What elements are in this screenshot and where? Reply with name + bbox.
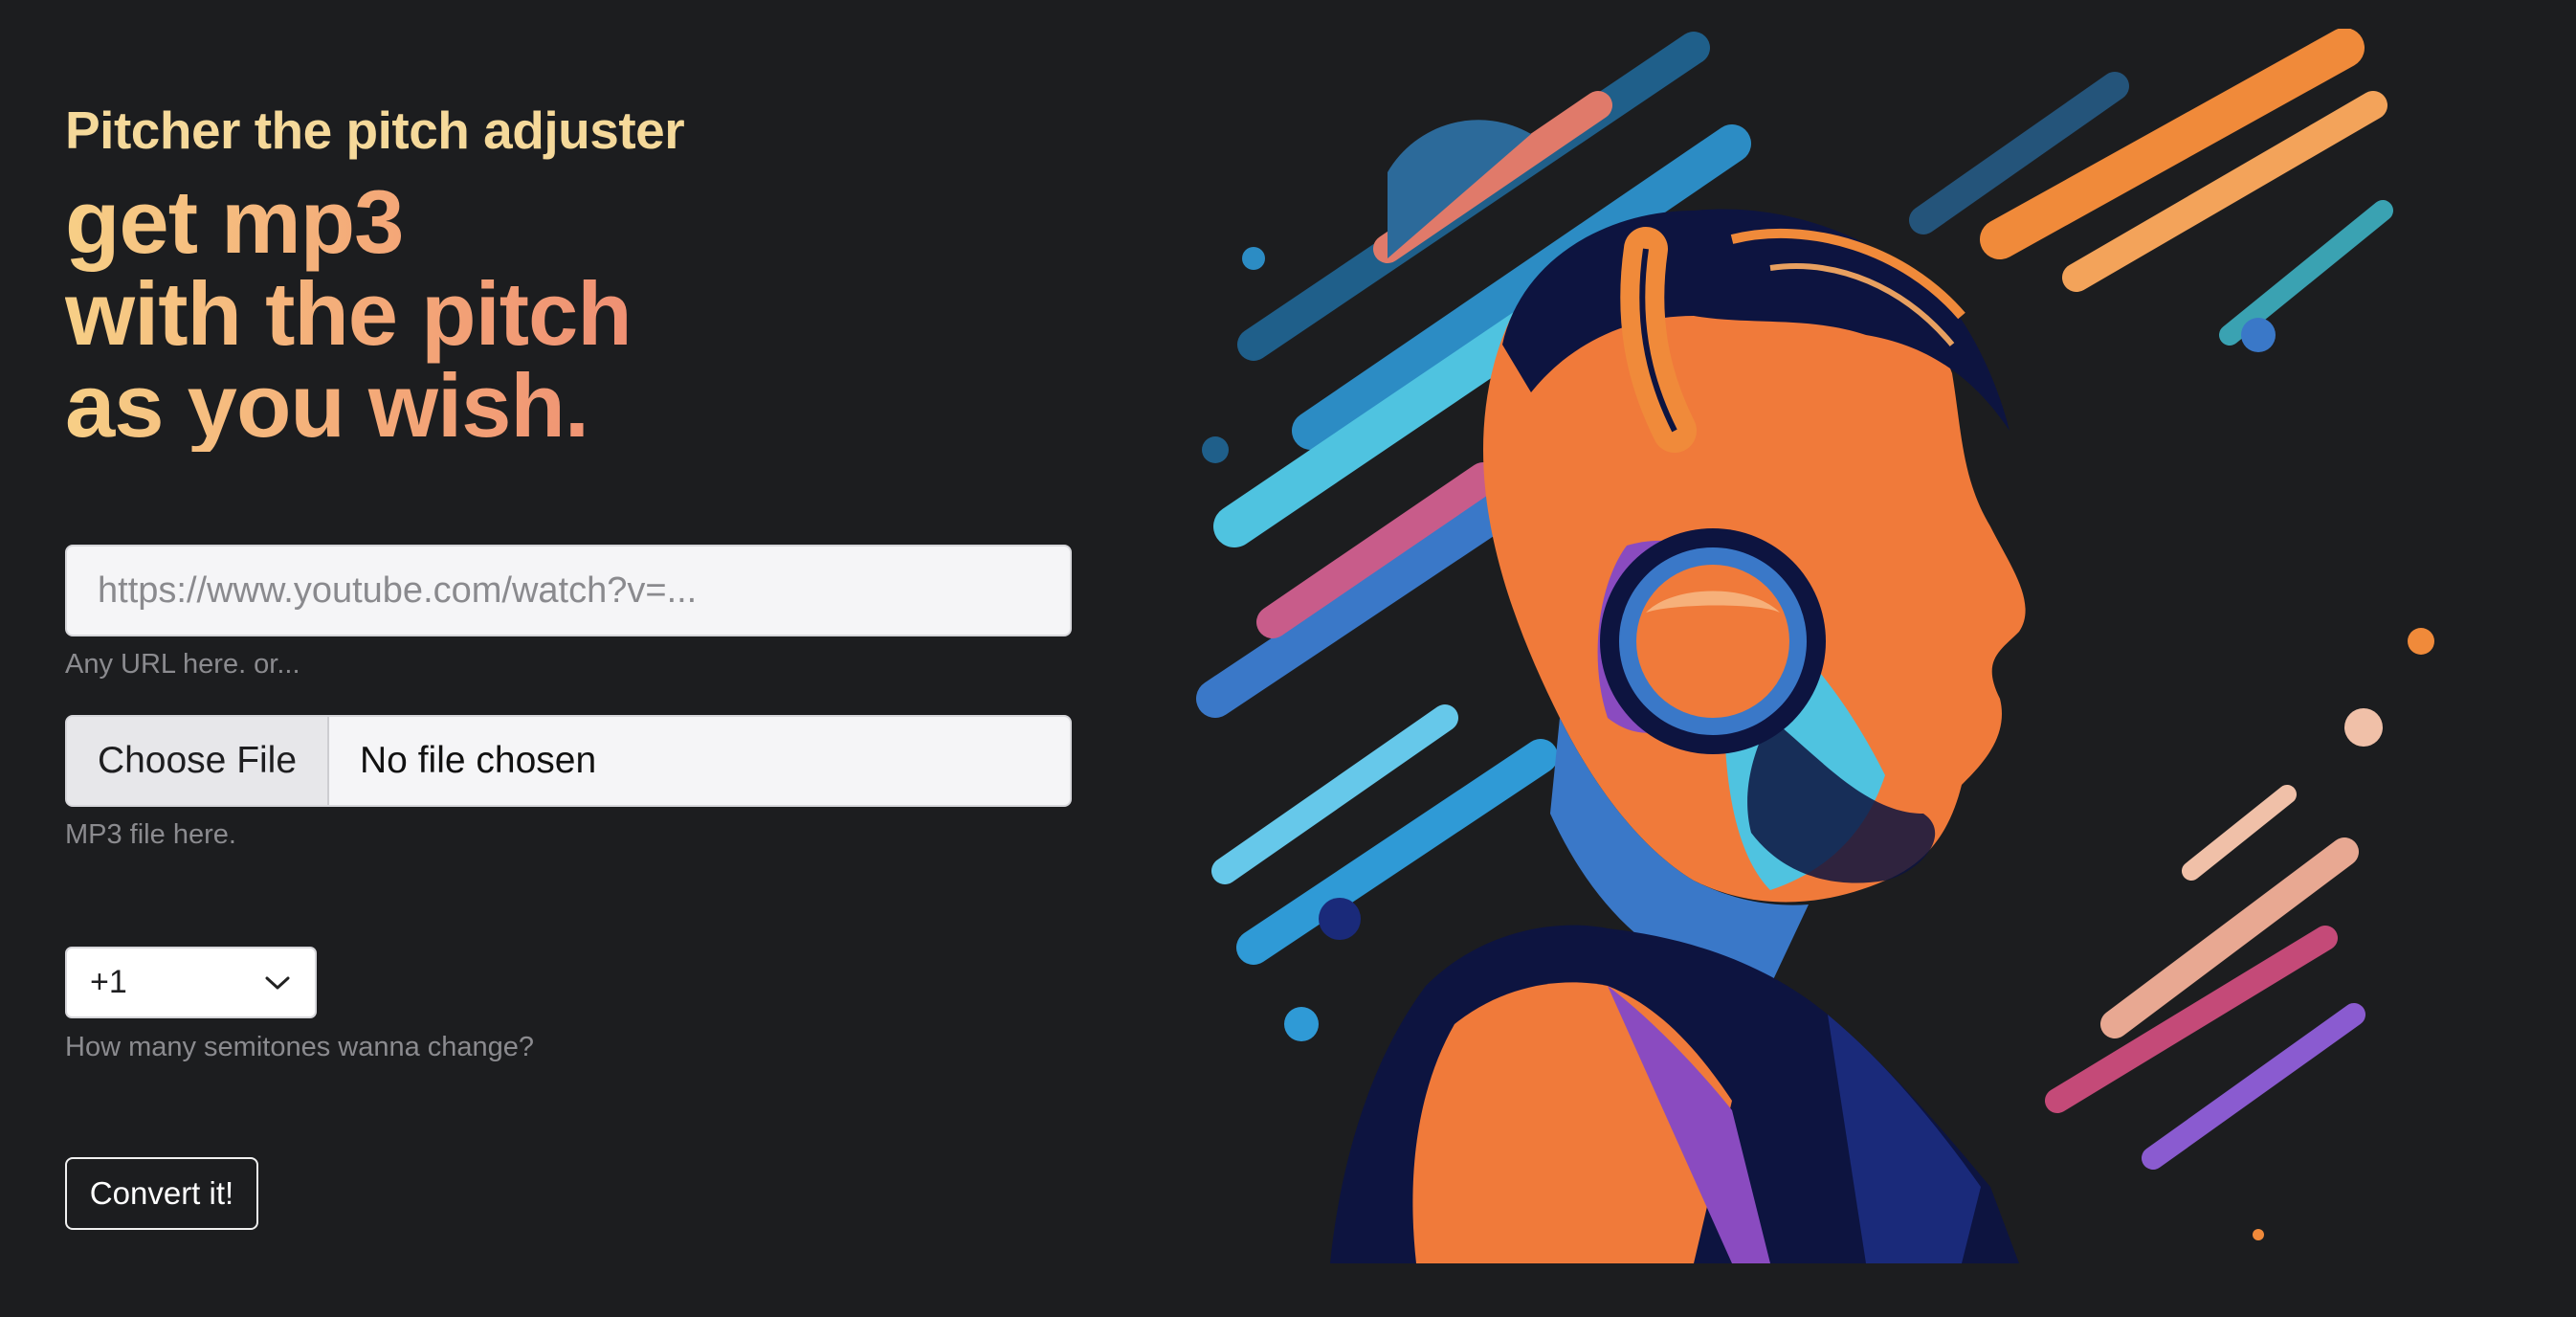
chevron-down-icon [265, 975, 290, 991]
app-subtitle: Pitcher the pitch adjuster [65, 100, 685, 160]
headline: get mp3 with the pitch as you wish. [65, 176, 632, 452]
convert-button[interactable]: Convert it! [65, 1157, 258, 1230]
file-help-text: MP3 file here. [65, 819, 236, 850]
choose-file-button[interactable]: Choose File [67, 717, 329, 805]
file-input[interactable]: Choose File No file chosen [65, 715, 1072, 807]
url-help-text: Any URL here. or... [65, 649, 300, 680]
person-with-headphones-illustration [1196, 28, 2459, 1263]
semitone-selected-value: +1 [90, 964, 127, 1000]
semitone-help-text: How many semitones wanna change? [65, 1032, 535, 1062]
headline-line-3: as you wish. [65, 355, 588, 456]
headline-line-2: with the pitch [65, 263, 632, 364]
headline-line-1: get mp3 [65, 171, 404, 272]
file-status: No file chosen [360, 740, 597, 781]
form-panel: Pitcher the pitch adjuster get mp3 with … [65, 0, 1072, 1317]
page: Pitcher the pitch adjuster get mp3 with … [0, 0, 2576, 1317]
url-input[interactable] [65, 545, 1072, 636]
semitone-select[interactable]: +1 [65, 947, 317, 1018]
